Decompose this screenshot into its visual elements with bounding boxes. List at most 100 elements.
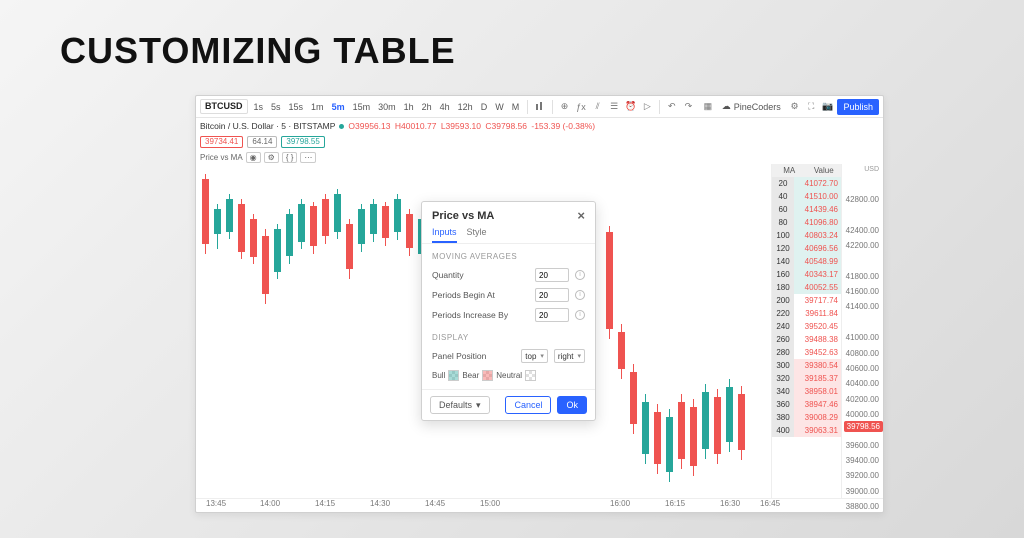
input-increase[interactable]: [535, 308, 569, 322]
timeframe-D[interactable]: D: [478, 102, 491, 112]
ohlc: O39956.13 H40010.77 L39593.10 C39798.56 …: [348, 121, 597, 131]
ma-row: 12040696.56: [772, 242, 841, 255]
pine-button[interactable]: ☁ PineCoders: [718, 101, 785, 112]
ma-col-header: Value: [807, 164, 842, 177]
timeframe-1s[interactable]: 1s: [251, 102, 267, 112]
fullscreen-icon[interactable]: ⛶: [804, 100, 818, 114]
more-icon[interactable]: ⋯: [300, 152, 316, 163]
price-tag: 39798.56: [844, 421, 883, 432]
eye-icon[interactable]: ◉: [246, 152, 261, 163]
select-panel-v[interactable]: top▾: [521, 349, 548, 363]
ytick: 40600.00: [846, 364, 879, 373]
ma-row: 20039717.74: [772, 294, 841, 307]
alert-icon[interactable]: ⏰: [624, 100, 638, 114]
defaults-button[interactable]: Defaults▾: [430, 396, 490, 414]
timeframe-5s[interactable]: 5s: [268, 102, 284, 112]
ma-row: 30039380.54: [772, 359, 841, 372]
cancel-button[interactable]: Cancel: [505, 396, 551, 414]
indicator-legend[interactable]: Price vs MA ◉ ⚙ { } ⋯: [200, 150, 883, 164]
ytick: 39600.00: [846, 441, 879, 450]
ma-row: 28039452.63: [772, 346, 841, 359]
swatch-neutral[interactable]: [525, 370, 536, 381]
label-panel-position: Panel Position: [432, 351, 515, 361]
code-icon[interactable]: { }: [282, 152, 298, 163]
timeframe-5m[interactable]: 5m: [329, 102, 348, 112]
swatch-bull[interactable]: [448, 370, 459, 381]
label-bear: Bear: [462, 371, 479, 380]
symbol-button[interactable]: BTCUSD: [200, 99, 248, 114]
ytick: 42800.00: [846, 195, 879, 204]
timeframe-1m[interactable]: 1m: [308, 102, 327, 112]
ma-row: 16040343.17: [772, 268, 841, 281]
xtick: 16:30: [720, 499, 740, 508]
tradingview-window: BTCUSD 1s5s15s1m5m15m30m1h2h4h12hDWM ⊕ ƒ…: [195, 95, 884, 513]
ma-row: 26039488.38: [772, 333, 841, 346]
xtick: 14:45: [425, 499, 445, 508]
camera-icon[interactable]: 📷: [821, 100, 835, 114]
replay-icon[interactable]: ▷: [641, 100, 655, 114]
toolbar: BTCUSD 1s5s15s1m5m15m30m1h2h4h12hDWM ⊕ ƒ…: [196, 96, 883, 118]
ytick: 41600.00: [846, 287, 879, 296]
close-icon[interactable]: ×: [577, 208, 585, 223]
ma-row: 38039008.29: [772, 411, 841, 424]
cloud-icon: ☁: [722, 101, 731, 112]
xtick: 16:45: [760, 499, 780, 508]
indicators-icon[interactable]: ƒx: [574, 100, 588, 114]
pill-bid: 39734.41: [200, 136, 243, 148]
chevron-down-icon: ▾: [577, 352, 581, 360]
candles-icon[interactable]: [533, 100, 547, 114]
pill-ask: 39798.55: [281, 136, 324, 148]
legend-pills: 39734.41 64.14 39798.55: [196, 134, 883, 150]
settings-icon[interactable]: ⚙: [788, 100, 802, 114]
layout-icon[interactable]: ▦: [701, 100, 715, 114]
input-begin[interactable]: [535, 288, 569, 302]
xtick: 15:00: [480, 499, 500, 508]
chevron-down-icon: ▾: [540, 352, 544, 360]
ma-row: 40039063.31: [772, 424, 841, 437]
select-panel-h[interactable]: right▾: [554, 349, 585, 363]
section-label: MOVING AVERAGES: [422, 244, 595, 265]
financials-icon[interactable]: ⫽: [591, 100, 605, 114]
timeframe-12h[interactable]: 12h: [455, 102, 476, 112]
time-axis[interactable]: 13:4514:0014:1514:3014:4515:0016:0016:15…: [196, 498, 883, 512]
settings-small-icon[interactable]: ⚙: [264, 152, 279, 163]
timeframe-15s[interactable]: 15s: [286, 102, 307, 112]
timeframe-30m[interactable]: 30m: [375, 102, 399, 112]
swatch-bear[interactable]: [482, 370, 493, 381]
ok-button[interactable]: Ok: [557, 396, 587, 414]
ytick: 41400.00: [846, 302, 879, 311]
ma-row: 4041510.00: [772, 190, 841, 203]
ytick: 42200.00: [846, 241, 879, 250]
info-icon[interactable]: i: [575, 270, 585, 280]
legend: Bitcoin / U.S. Dollar · 5 · BITSTAMP O39…: [196, 118, 883, 134]
tab-inputs[interactable]: Inputs: [432, 227, 457, 243]
settings-modal: Price vs MA × Inputs Style MOVING AVERAG…: [421, 201, 596, 421]
compare-icon[interactable]: ⊕: [558, 100, 572, 114]
timeframe-4h[interactable]: 4h: [437, 102, 453, 112]
publish-button[interactable]: Publish: [837, 99, 879, 115]
undo-icon[interactable]: ↶: [665, 100, 679, 114]
tab-style[interactable]: Style: [467, 227, 487, 243]
ma-table: MA Value 2041072.704041510.006041439.468…: [771, 164, 841, 498]
ma-row: 14040548.99: [772, 255, 841, 268]
timeframe-2h[interactable]: 2h: [419, 102, 435, 112]
info-icon[interactable]: i: [575, 310, 585, 320]
timeframe-M[interactable]: M: [509, 102, 523, 112]
timeframe-15m[interactable]: 15m: [350, 102, 374, 112]
redo-icon[interactable]: ↷: [682, 100, 696, 114]
price-axis[interactable]: USD 42800.0042400.0042200.0041800.004160…: [841, 164, 883, 498]
label-neutral: Neutral: [496, 371, 522, 380]
xtick: 14:30: [370, 499, 390, 508]
ma-row: 36038947.46: [772, 398, 841, 411]
xtick: 13:45: [206, 499, 226, 508]
templates-icon[interactable]: ☰: [607, 100, 621, 114]
timeframe-1h[interactable]: 1h: [401, 102, 417, 112]
ytick: 41000.00: [846, 333, 879, 342]
timeframe-W[interactable]: W: [492, 102, 507, 112]
indicator-legend-name: Price vs MA: [200, 153, 243, 162]
info-icon[interactable]: i: [575, 290, 585, 300]
input-quantity[interactable]: [535, 268, 569, 282]
ytick: 39200.00: [846, 471, 879, 480]
xtick: 16:00: [610, 499, 630, 508]
ma-row: 2041072.70: [772, 177, 841, 190]
